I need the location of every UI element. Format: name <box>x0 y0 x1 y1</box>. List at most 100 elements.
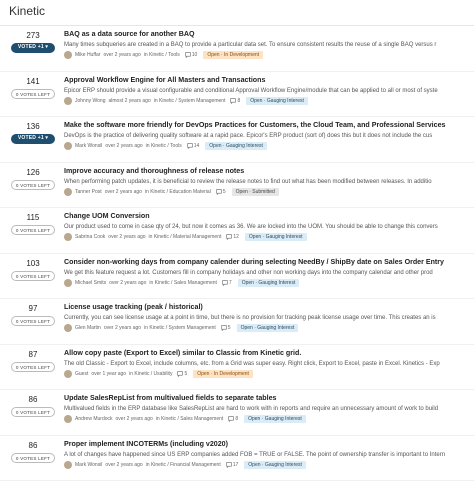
idea-content: Update SalesRepList from multivalued fie… <box>64 393 474 424</box>
vote-button[interactable]: 0 VOTES LEFT <box>11 225 55 235</box>
avatar <box>64 142 72 150</box>
vote-button[interactable]: 0 VOTES LEFT <box>11 407 55 417</box>
vote-button[interactable]: VOTED +1 ▾ <box>11 43 55 53</box>
vote-count: 273 <box>26 31 40 40</box>
comment-count[interactable]: 8 <box>228 414 238 424</box>
idea-meta: Guest over 1 year ago in Kinetic / Usabi… <box>64 369 474 379</box>
author-name[interactable]: Sabrina Cook <box>75 232 105 242</box>
category-link[interactable]: in Kinetic / Material Management <box>149 232 222 242</box>
vote-button[interactable]: 0 VOTES LEFT <box>11 179 55 190</box>
comment-count[interactable]: 7 <box>222 278 232 288</box>
idea-title[interactable]: Change UOM Conversion <box>64 211 474 222</box>
comment-count[interactable]: 14 <box>187 141 199 151</box>
vote-widget: 97 0 VOTES LEFT <box>10 303 56 326</box>
idea-row[interactable]: 273 VOTED +1 ▾ BAQ as a data source for … <box>0 26 474 72</box>
status-badge: Open · Gauging Interest <box>205 142 267 150</box>
idea-row[interactable]: 103 0 VOTES LEFT Consider non-working da… <box>0 254 474 299</box>
vote-count: 86 <box>28 395 38 404</box>
idea-title[interactable]: Allow copy paste (Export to Excel) simil… <box>64 348 474 359</box>
comment-count[interactable]: 8 <box>230 96 240 106</box>
avatar <box>64 278 72 287</box>
category-link[interactable]: in Kinetic / Usability <box>129 369 172 379</box>
comment-count[interactable]: 12 <box>226 232 239 242</box>
comment-count-value: 10 <box>191 52 198 58</box>
comment-count[interactable]: 5 <box>177 369 187 379</box>
idea-title[interactable]: Proper implement INCOTERMs (including v2… <box>64 439 474 450</box>
idea-title[interactable]: Update SalesRepList from multivalued fie… <box>64 393 474 404</box>
author-name[interactable]: Andrew Murdock <box>75 414 113 424</box>
idea-title[interactable]: Make the software more friendly for DevO… <box>64 120 474 131</box>
vote-widget: 103 0 VOTES LEFT <box>10 258 56 281</box>
author-name[interactable]: Mark Wonsil <box>75 460 102 470</box>
vote-widget: 136 VOTED +1 ▾ <box>10 121 56 144</box>
status-badge: Open · Gauging Interest <box>244 415 306 423</box>
idea-row[interactable]: 141 0 VOTES LEFT Approval Workflow Engin… <box>0 72 474 117</box>
idea-title[interactable]: BAQ as a data source for another BAQ <box>64 29 474 40</box>
vote-button[interactable]: 0 VOTES LEFT <box>11 452 55 463</box>
author-name[interactable]: Mike Huffar <box>75 50 100 60</box>
idea-excerpt: The old Classic - Export to Excel, inclu… <box>64 360 440 367</box>
category-link[interactable]: in Kinetic / Tools <box>146 141 182 151</box>
comment-count[interactable]: 5 <box>221 323 231 333</box>
idea-row[interactable]: 126 0 VOTES LEFT Improve accuracy and th… <box>0 163 474 208</box>
idea-content: Make the software more friendly for DevO… <box>64 120 474 151</box>
author-name[interactable]: Glen Martin <box>75 323 101 333</box>
category-link[interactable]: in Kinetic / Sales Management <box>149 278 217 288</box>
idea-meta: Mark Wonsil over 2 years ago in Kinetic … <box>64 141 474 151</box>
comment-count-value: 5 <box>222 188 226 195</box>
vote-count: 97 <box>28 304 38 313</box>
idea-row[interactable]: 87 0 VOTES LEFT Allow copy paste (Export… <box>0 345 474 390</box>
author-name[interactable]: Guest <box>75 369 88 379</box>
category-link[interactable]: in Kinetic / System Management <box>154 96 226 106</box>
vote-widget: 141 0 VOTES LEFT <box>10 76 56 99</box>
comment-icon <box>185 52 191 58</box>
post-time: almost 2 years ago <box>108 97 151 104</box>
post-time: over 2 years ago <box>115 416 153 422</box>
status-badge: Open · Submitted <box>231 187 279 196</box>
idea-title[interactable]: Consider non-working days from company c… <box>64 257 474 268</box>
avatar <box>64 369 72 378</box>
idea-row[interactable]: 136 VOTED +1 ▾ Make the software more fr… <box>0 117 474 163</box>
category-link[interactable]: in Kinetic / Education Material <box>145 187 211 197</box>
comment-icon <box>187 143 193 149</box>
vote-widget: 87 0 VOTES LEFT <box>10 349 56 372</box>
idea-meta: Sabrina Cook over 2 years ago in Kinetic… <box>64 232 474 242</box>
idea-row[interactable]: 115 0 VOTES LEFT Change UOM Conversion O… <box>0 208 474 254</box>
comment-count[interactable]: 5 <box>216 187 226 197</box>
vote-widget: 115 0 VOTES LEFT <box>10 212 56 235</box>
vote-widget: 86 0 VOTES LEFT <box>10 440 56 463</box>
category-link[interactable]: in Kinetic / Financial Management <box>146 460 221 470</box>
idea-excerpt: Epicor ERP should provide a visual confi… <box>64 87 438 94</box>
vote-button[interactable]: VOTED +1 ▾ <box>11 134 55 144</box>
author-name[interactable]: Michael Smits <box>75 278 106 288</box>
idea-title[interactable]: Approval Workflow Engine for All Masters… <box>64 75 474 86</box>
comment-count[interactable]: 17 <box>226 460 238 470</box>
category-link[interactable]: in Kinetic / System Management <box>144 323 216 333</box>
author-name[interactable]: Mark Wonsil <box>75 141 102 151</box>
idea-row[interactable]: 86 0 VOTES LEFT Update SalesRepList from… <box>0 390 474 436</box>
status-badge: Open · Gauging Interest <box>244 460 306 469</box>
idea-title[interactable]: Improve accuracy and thoroughness of rel… <box>64 166 474 177</box>
idea-content: Change UOM Conversion Our product used t… <box>64 211 474 242</box>
post-time: over 2 years ago <box>103 52 141 58</box>
vote-button[interactable]: 0 VOTES LEFT <box>11 270 55 281</box>
author-name[interactable]: Johnny Wong <box>75 96 105 106</box>
comment-icon <box>230 97 237 104</box>
idea-content: Consider non-working days from company c… <box>64 257 474 288</box>
comment-count[interactable]: 10 <box>185 50 198 60</box>
post-time: over 2 years ago <box>103 325 142 331</box>
comment-count-value: 5 <box>184 370 188 377</box>
author-name[interactable]: Tanner Post <box>75 187 102 197</box>
idea-row[interactable]: 86 0 VOTES LEFT Proper implement INCOTER… <box>0 436 474 481</box>
idea-title[interactable]: License usage tracking (peak / historica… <box>64 302 474 313</box>
category-link[interactable]: in Kinetic / Tools <box>144 50 180 60</box>
comment-icon <box>216 188 222 195</box>
idea-row[interactable]: 97 0 VOTES LEFT License usage tracking (… <box>0 299 474 345</box>
vote-button[interactable]: 0 VOTES LEFT <box>11 361 55 372</box>
idea-meta: Mark Wonsil over 2 years ago in Kinetic … <box>64 460 474 470</box>
vote-button[interactable]: 0 VOTES LEFT <box>11 316 55 326</box>
idea-meta: Tanner Post over 2 years ago in Kinetic … <box>64 187 474 197</box>
category-link[interactable]: in Kinetic / Sales Management <box>156 414 224 424</box>
vote-count: 126 <box>26 167 40 177</box>
vote-button[interactable]: 0 VOTES LEFT <box>11 88 55 99</box>
